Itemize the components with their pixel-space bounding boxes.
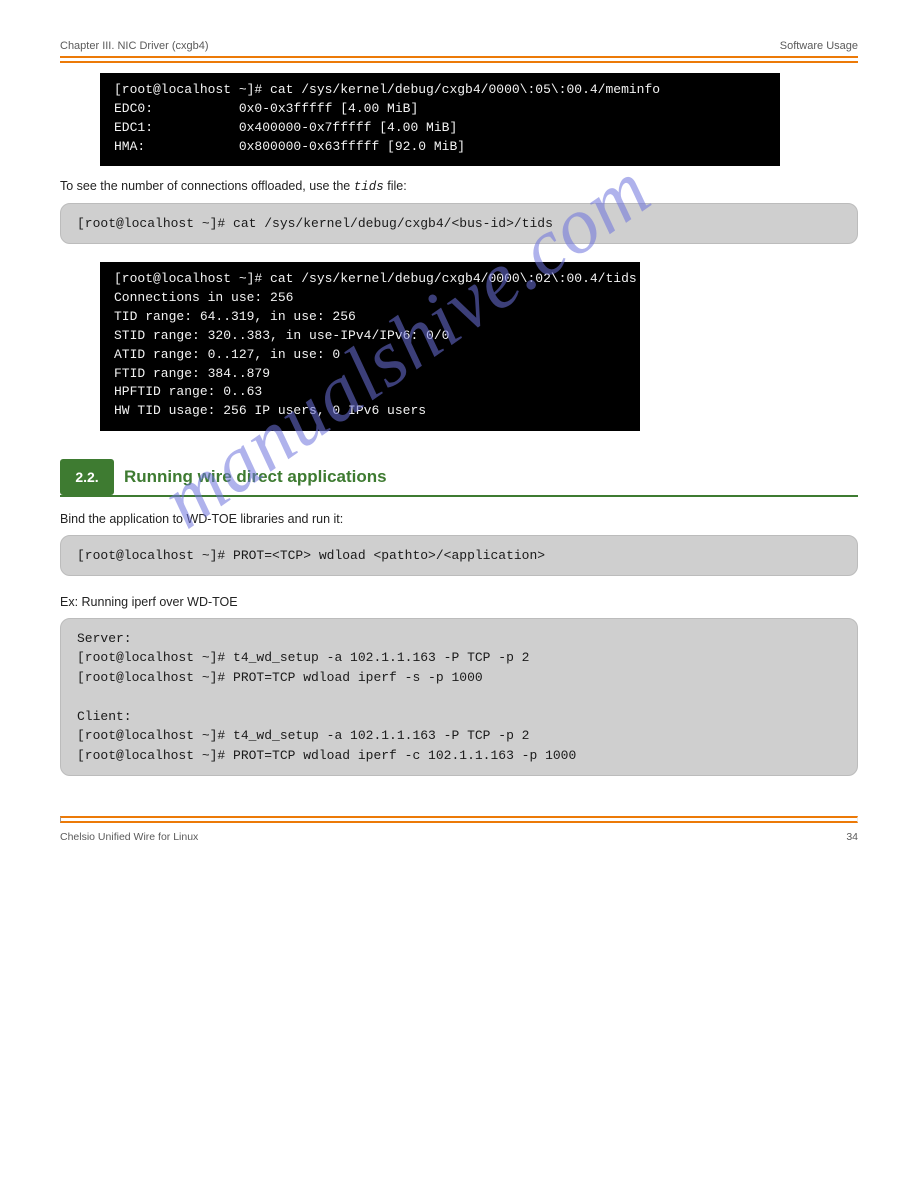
page-header: Chapter III. NIC Driver (cxgb4) Software… <box>60 40 858 52</box>
paragraph-tids-intro: To see the number of connections offload… <box>60 178 858 197</box>
document-page: Chapter III. NIC Driver (cxgb4) Software… <box>0 0 918 1188</box>
heading-number-badge: 2.2. <box>60 459 114 495</box>
footer-left: Chelsio Unified Wire for Linux <box>60 831 198 843</box>
terminal-meminfo: [root@localhost ~]# cat /sys/kernel/debu… <box>100 73 780 166</box>
codebox-wdload: [root@localhost ~]# PROT=<TCP> wdload <p… <box>60 535 858 577</box>
footer-page-number: 34 <box>846 831 858 843</box>
terminal-tids-output: [root@localhost ~]# cat /sys/kernel/debu… <box>100 262 640 431</box>
header-rule <box>60 56 858 63</box>
paragraph-iperf-example: Ex: Running iperf over WD-TOE <box>60 594 858 612</box>
page-footer: Chelsio Unified Wire for Linux 34 <box>60 831 858 843</box>
section-rule <box>60 495 858 497</box>
paragraph-bind-app: Bind the application to WD-TOE libraries… <box>60 511 858 529</box>
header-right: Software Usage <box>780 40 858 52</box>
codebox-iperf-example: Server: [root@localhost ~]# t4_wd_setup … <box>60 618 858 777</box>
footer-rule <box>60 816 858 823</box>
heading-title: Running wire direct applications <box>124 467 387 487</box>
codebox-tids-command: [root@localhost ~]# cat /sys/kernel/debu… <box>60 203 858 245</box>
header-left: Chapter III. NIC Driver (cxgb4) <box>60 40 209 52</box>
section-heading: 2.2. Running wire direct applications <box>60 459 858 495</box>
